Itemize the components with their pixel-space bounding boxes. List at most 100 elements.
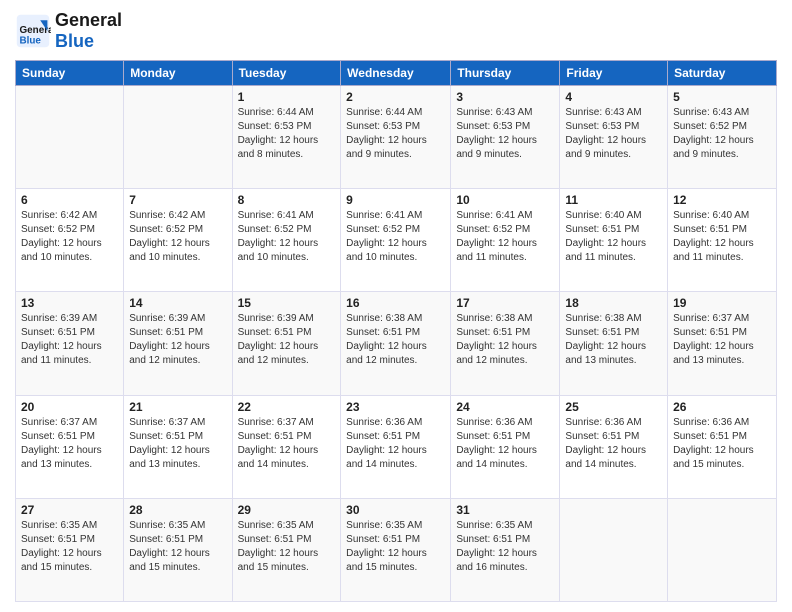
day-number: 1	[238, 90, 336, 104]
day-number: 6	[21, 193, 118, 207]
day-number: 25	[565, 400, 662, 414]
weekday-header-wednesday: Wednesday	[341, 61, 451, 86]
day-info: Sunrise: 6:37 AMSunset: 6:51 PMDaylight:…	[21, 416, 118, 472]
calendar-cell: 31 Sunrise: 6:35 AMSunset: 6:51 PMDayligh…	[451, 498, 560, 601]
calendar-cell: 11 Sunrise: 6:40 AMSunset: 6:51 PMDayligh…	[560, 189, 668, 292]
day-info: Sunrise: 6:38 AMSunset: 6:51 PMDaylight:…	[456, 312, 554, 368]
calendar-cell: 24 Sunrise: 6:36 AMSunset: 6:51 PMDayligh…	[451, 395, 560, 498]
calendar-cell: 17 Sunrise: 6:38 AMSunset: 6:51 PMDayligh…	[451, 292, 560, 395]
day-number: 13	[21, 296, 118, 310]
logo: General Blue General Blue	[15, 10, 122, 52]
day-number: 5	[673, 90, 771, 104]
calendar-cell: 25 Sunrise: 6:36 AMSunset: 6:51 PMDayligh…	[560, 395, 668, 498]
day-info: Sunrise: 6:37 AMSunset: 6:51 PMDaylight:…	[129, 416, 226, 472]
day-number: 30	[346, 503, 445, 517]
day-info: Sunrise: 6:44 AMSunset: 6:53 PMDaylight:…	[346, 106, 445, 162]
calendar-cell: 2Sunrise: 6:44 AMSunset: 6:53 PMDaylight…	[341, 86, 451, 189]
day-number: 16	[346, 296, 445, 310]
calendar-cell	[124, 86, 232, 189]
calendar-cell: 26Sunrise: 6:36 AMSunset: 6:51 PMDayligh…	[668, 395, 777, 498]
calendar-cell: 14 Sunrise: 6:39 AMSunset: 6:51 PMDayligh…	[124, 292, 232, 395]
weekday-header-sunday: Sunday	[16, 61, 124, 86]
header: General Blue General Blue	[15, 10, 777, 52]
day-number: 4	[565, 90, 662, 104]
logo-general-text: General	[55, 10, 122, 30]
day-info: Sunrise: 6:39 AMSunset: 6:51 PMDaylight:…	[129, 312, 226, 368]
day-info: Sunrise: 6:35 AMSunset: 6:51 PMDaylight:…	[346, 519, 445, 575]
day-number: 26	[673, 400, 771, 414]
weekday-header-saturday: Saturday	[668, 61, 777, 86]
day-number: 14	[129, 296, 226, 310]
day-number: 18	[565, 296, 662, 310]
calendar-cell: 20Sunrise: 6:37 AMSunset: 6:51 PMDayligh…	[16, 395, 124, 498]
weekday-header-row: SundayMondayTuesdayWednesdayThursdayFrid…	[16, 61, 777, 86]
day-info: Sunrise: 6:35 AMSunset: 6:51 PMDaylight:…	[129, 519, 226, 575]
weekday-header-tuesday: Tuesday	[232, 61, 341, 86]
day-info: Sunrise: 6:40 AMSunset: 6:51 PMDaylight:…	[673, 209, 771, 265]
day-info: Sunrise: 6:41 AMSunset: 6:52 PMDaylight:…	[456, 209, 554, 265]
calendar-cell: 19 Sunrise: 6:37 AMSunset: 6:51 PMDayligh…	[668, 292, 777, 395]
day-info: Sunrise: 6:43 AMSunset: 6:53 PMDaylight:…	[565, 106, 662, 162]
day-info: Sunrise: 6:40 AMSunset: 6:51 PMDaylight:…	[565, 209, 662, 265]
day-number: 12	[673, 193, 771, 207]
day-info: Sunrise: 6:41 AMSunset: 6:52 PMDaylight:…	[346, 209, 445, 265]
calendar-cell: 21 Sunrise: 6:37 AMSunset: 6:51 PMDayligh…	[124, 395, 232, 498]
calendar-cell: 9 Sunrise: 6:41 AMSunset: 6:52 PMDaylight…	[341, 189, 451, 292]
calendar-cell	[16, 86, 124, 189]
day-info: Sunrise: 6:35 AMSunset: 6:51 PMDaylight:…	[456, 519, 554, 575]
calendar-cell: 1Sunrise: 6:44 AMSunset: 6:53 PMDaylight…	[232, 86, 341, 189]
calendar-table: SundayMondayTuesdayWednesdayThursdayFrid…	[15, 60, 777, 602]
day-number: 17	[456, 296, 554, 310]
day-number: 27	[21, 503, 118, 517]
day-number: 7	[129, 193, 226, 207]
calendar-cell: 5Sunrise: 6:43 AMSunset: 6:52 PMDaylight…	[668, 86, 777, 189]
weekday-header-monday: Monday	[124, 61, 232, 86]
calendar-cell: 10Sunrise: 6:41 AMSunset: 6:52 PMDayligh…	[451, 189, 560, 292]
weekday-header-thursday: Thursday	[451, 61, 560, 86]
svg-text:Blue: Blue	[20, 36, 42, 47]
calendar-cell: 6Sunrise: 6:42 AMSunset: 6:52 PMDaylight…	[16, 189, 124, 292]
weekday-header-friday: Friday	[560, 61, 668, 86]
day-number: 15	[238, 296, 336, 310]
logo-icon: General Blue	[15, 13, 51, 49]
day-info: Sunrise: 6:35 AMSunset: 6:51 PMDaylight:…	[238, 519, 336, 575]
day-info: Sunrise: 6:37 AMSunset: 6:51 PMDaylight:…	[238, 416, 336, 472]
calendar-cell: 18Sunrise: 6:38 AMSunset: 6:51 PMDayligh…	[560, 292, 668, 395]
calendar-week-row: 27 Sunrise: 6:35 AMSunset: 6:51 PMDayligh…	[16, 498, 777, 601]
calendar-cell: 27Sunrise: 6:35 AMSunset: 6:51 PMDayligh…	[16, 498, 124, 601]
day-number: 21	[129, 400, 226, 414]
calendar-cell: 15 Sunrise: 6:39 AMSunset: 6:51 PMDayligh…	[232, 292, 341, 395]
day-info: Sunrise: 6:39 AMSunset: 6:51 PMDaylight:…	[21, 312, 118, 368]
day-number: 22	[238, 400, 336, 414]
calendar-cell: 7Sunrise: 6:42 AMSunset: 6:52 PMDaylight…	[124, 189, 232, 292]
day-info: Sunrise: 6:37 AMSunset: 6:51 PMDaylight:…	[673, 312, 771, 368]
day-number: 11	[565, 193, 662, 207]
day-info: Sunrise: 6:39 AMSunset: 6:51 PMDaylight:…	[238, 312, 336, 368]
calendar-cell: 13 Sunrise: 6:39 AMSunset: 6:51 PMDayligh…	[16, 292, 124, 395]
calendar-cell: 22 Sunrise: 6:37 AMSunset: 6:51 PMDayligh…	[232, 395, 341, 498]
day-number: 19	[673, 296, 771, 310]
day-number: 3	[456, 90, 554, 104]
calendar-week-row: 1 Sunrise: 6:44 AMSunset: 6:53 PMDaylight…	[16, 86, 777, 189]
calendar-cell: 29 Sunrise: 6:35 AMSunset: 6:51 PMDayligh…	[232, 498, 341, 601]
calendar-cell: 23Sunrise: 6:36 AMSunset: 6:51 PMDayligh…	[341, 395, 451, 498]
calendar-cell: 12 Sunrise: 6:40 AMSunset: 6:51 PMDayligh…	[668, 189, 777, 292]
day-number: 24	[456, 400, 554, 414]
calendar-week-row: 20Sunrise: 6:37 AMSunset: 6:51 PMDayligh…	[16, 395, 777, 498]
day-info: Sunrise: 6:41 AMSunset: 6:52 PMDaylight:…	[238, 209, 336, 265]
calendar-week-row: 13 Sunrise: 6:39 AMSunset: 6:51 PMDayligh…	[16, 292, 777, 395]
day-number: 23	[346, 400, 445, 414]
day-info: Sunrise: 6:36 AMSunset: 6:51 PMDaylight:…	[456, 416, 554, 472]
day-number: 29	[238, 503, 336, 517]
calendar-cell	[560, 498, 668, 601]
day-number: 8	[238, 193, 336, 207]
calendar-cell: 28Sunrise: 6:35 AMSunset: 6:51 PMDayligh…	[124, 498, 232, 601]
day-info: Sunrise: 6:36 AMSunset: 6:51 PMDaylight:…	[565, 416, 662, 472]
calendar-cell: 3 Sunrise: 6:43 AMSunset: 6:53 PMDaylight…	[451, 86, 560, 189]
day-info: Sunrise: 6:43 AMSunset: 6:53 PMDaylight:…	[456, 106, 554, 162]
calendar-cell	[668, 498, 777, 601]
day-number: 9	[346, 193, 445, 207]
day-number: 31	[456, 503, 554, 517]
calendar-week-row: 6Sunrise: 6:42 AMSunset: 6:52 PMDaylight…	[16, 189, 777, 292]
calendar-cell: 4 Sunrise: 6:43 AMSunset: 6:53 PMDaylight…	[560, 86, 668, 189]
